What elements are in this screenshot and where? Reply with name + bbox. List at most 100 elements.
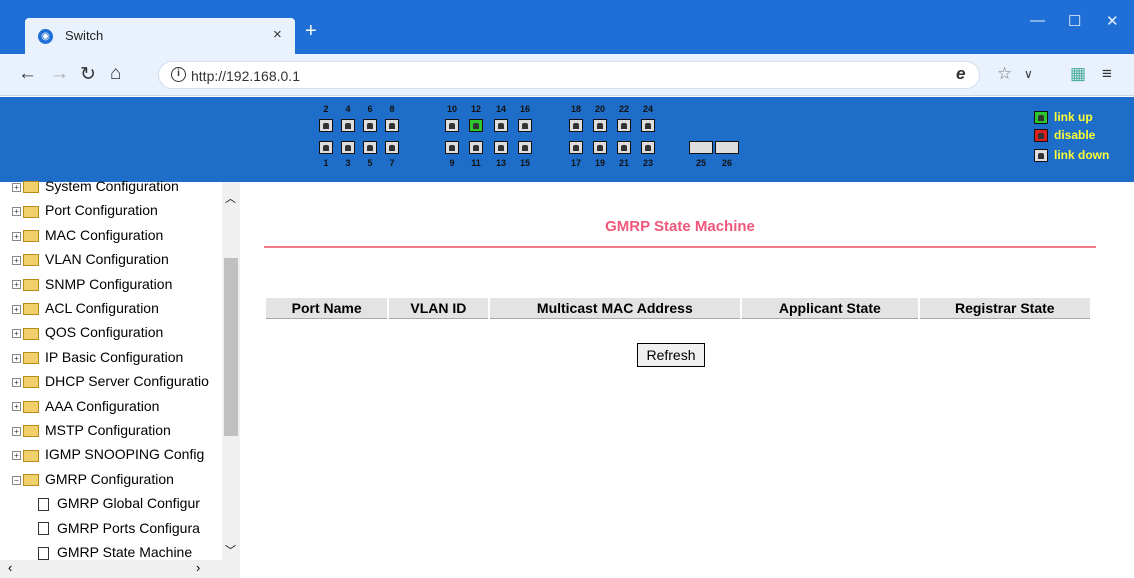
expand-icon[interactable]: + [12, 280, 21, 290]
collapse-icon[interactable]: − [12, 475, 21, 485]
port-18-icon[interactable] [569, 119, 583, 132]
back-arrow-icon[interactable]: ← [18, 63, 37, 85]
sidebar-item[interactable]: + IGMP SNOOPING Config [12, 442, 204, 466]
port-15-icon[interactable] [518, 141, 532, 154]
port-number-label: 17 [570, 158, 581, 168]
port-14-icon[interactable] [494, 119, 508, 132]
expand-icon[interactable]: + [12, 377, 21, 387]
port-6-icon[interactable] [363, 119, 377, 132]
port-17-icon[interactable] [569, 141, 583, 154]
port-9-icon[interactable] [445, 141, 459, 154]
expand-icon[interactable]: + [12, 255, 21, 265]
close-window-icon[interactable]: ✕ [1106, 12, 1119, 30]
port-11-icon[interactable] [469, 141, 483, 154]
port-22-icon[interactable] [617, 119, 631, 132]
folder-icon [23, 449, 39, 462]
sidebar-item-label: DHCP Server Configuratio [45, 373, 209, 390]
port-10-icon[interactable] [445, 119, 459, 132]
sidebar-item[interactable]: − GMRP Configuration [12, 467, 174, 491]
sidebar-item[interactable]: + VLAN Configuration [12, 247, 169, 271]
scroll-right-icon[interactable]: › [196, 560, 200, 575]
sidebar-item[interactable]: + AAA Configuration [12, 394, 159, 418]
port-19-icon[interactable] [593, 141, 607, 154]
column-header: Port Name [266, 298, 388, 319]
port-1-icon[interactable] [319, 141, 333, 154]
expand-icon[interactable]: + [12, 402, 21, 412]
column-header: Applicant State [742, 298, 918, 319]
port-5-icon[interactable] [363, 141, 377, 154]
scroll-down-icon[interactable]: ﹀ [225, 542, 236, 558]
expand-icon[interactable]: + [12, 353, 21, 363]
maximize-icon[interactable]: ☐ [1068, 12, 1081, 30]
port-number-label: 7 [389, 158, 395, 168]
port-number-label: 21 [618, 158, 629, 168]
port-16-icon[interactable] [518, 119, 532, 132]
port-23-icon[interactable] [641, 141, 655, 154]
sidebar-item[interactable]: + IP Basic Configuration [12, 345, 183, 369]
expand-icon[interactable]: + [12, 451, 21, 461]
sidebar-item[interactable]: + Port Configuration [12, 198, 158, 222]
bookmark-star-icon[interactable]: ☆ [997, 64, 1012, 84]
tab-close-button[interactable]: × [273, 26, 282, 43]
port-number-label: 15 [519, 158, 530, 168]
sidebar-item[interactable]: + SNMP Configuration [12, 272, 172, 296]
address-field[interactable]: i http://192.168.0.1 [158, 61, 980, 89]
expand-icon[interactable]: + [12, 426, 21, 436]
browser-title-bar: ◉ Switch × + — ☐ ✕ [0, 0, 1134, 54]
sidebar-item-label: AAA Configuration [45, 397, 160, 414]
scroll-left-icon[interactable]: ‹ [8, 560, 12, 575]
column-header: VLAN ID [389, 298, 488, 319]
extensions-icon[interactable]: ▦ [1070, 64, 1086, 84]
sfp-port-26-icon[interactable] [715, 141, 739, 154]
sidebar-item[interactable]: + MAC Configuration [12, 223, 163, 247]
port-20-icon[interactable] [593, 119, 607, 132]
port-24-icon[interactable] [641, 119, 655, 132]
sidebar-item-label: MAC Configuration [45, 226, 164, 243]
horizontal-scrollbar[interactable]: ‹ › [0, 560, 240, 578]
sidebar-item[interactable]: + ACL Configuration [12, 296, 159, 320]
folder-icon [23, 400, 39, 413]
port-8-icon[interactable] [385, 119, 399, 132]
table-header-row: Port Name VLAN ID Multicast MAC Address App… [266, 298, 1090, 319]
document-icon [38, 497, 49, 511]
expand-icon[interactable]: + [12, 304, 21, 314]
folder-icon [23, 181, 39, 194]
gmrp-state-table: Port Name VLAN ID Multicast MAC Address App… [264, 298, 1092, 319]
sidebar-item[interactable]: + DHCP Server Configuratio [12, 369, 209, 393]
sidebar-item-label: ACL Configuration [45, 300, 159, 316]
expand-icon[interactable]: + [12, 231, 21, 241]
info-icon[interactable]: i [171, 67, 186, 82]
browser-tab[interactable]: ◉ Switch × [25, 18, 295, 54]
sidebar-item[interactable]: + System Configuration [12, 174, 179, 198]
sidebar-item[interactable]: + MSTP Configuration [12, 418, 171, 442]
folder-icon [23, 303, 39, 316]
sidebar-item[interactable]: GMRP Global Configur [38, 491, 200, 515]
port-2-icon[interactable] [319, 119, 333, 132]
forward-arrow-icon[interactable]: → [50, 63, 69, 85]
folder-icon [23, 278, 39, 291]
expand-icon[interactable]: + [12, 182, 21, 192]
sidebar-item[interactable]: + QOS Configuration [12, 320, 163, 344]
port-4-icon[interactable] [341, 119, 355, 132]
sidebar-item-label: MSTP Configuration [45, 422, 171, 438]
port-7-icon[interactable] [385, 141, 399, 154]
port-13-icon[interactable] [494, 141, 508, 154]
legend-link-down-label: link down [1054, 148, 1110, 162]
port-3-icon[interactable] [341, 141, 355, 154]
expand-icon[interactable]: + [12, 207, 21, 217]
chevron-down-icon[interactable]: ∨ [1024, 67, 1033, 81]
expand-icon[interactable]: + [12, 329, 21, 339]
scroll-up-icon[interactable]: ︿ [225, 190, 236, 206]
ie-mode-icon[interactable]: e [956, 64, 965, 84]
reload-icon[interactable]: ↻ [80, 63, 96, 86]
sfp-port-25-icon[interactable] [689, 141, 713, 154]
port-21-icon[interactable] [617, 141, 631, 154]
vertical-scroll-thumb[interactable] [224, 258, 238, 436]
home-icon[interactable]: ⌂ [110, 63, 121, 85]
minimize-icon[interactable]: — [1030, 12, 1045, 29]
refresh-button[interactable]: Refresh [637, 343, 705, 367]
port-12-icon[interactable] [469, 119, 483, 132]
new-tab-button[interactable]: + [305, 20, 317, 43]
menu-icon[interactable]: ≡ [1102, 64, 1112, 84]
sidebar-item[interactable]: GMRP Ports Configura [38, 516, 200, 540]
